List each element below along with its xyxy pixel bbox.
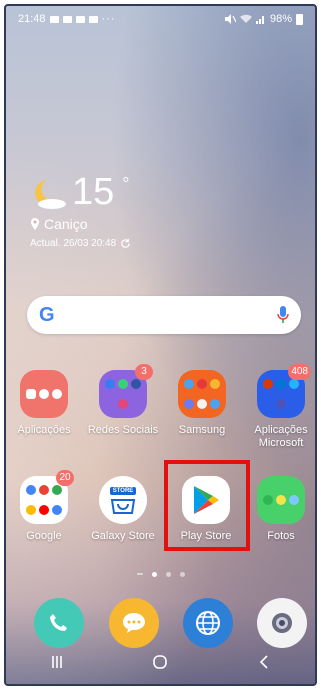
drive-icon <box>26 504 36 515</box>
app-galaxy-store[interactable]: STORE Galaxy Store <box>87 476 159 543</box>
weather-widget[interactable]: 15 ° Caniço Actual. 26/03 20:48 <box>30 172 131 249</box>
globe-icon <box>196 611 220 635</box>
back-icon[interactable] <box>257 655 271 669</box>
camera-lens-icon <box>272 613 292 633</box>
check-icon <box>52 389 62 399</box>
app-label: Redes Sociais <box>87 424 159 436</box>
bag-icon <box>110 498 136 514</box>
mute-icon <box>224 14 236 24</box>
app-mini-icon <box>289 495 299 505</box>
phone-screen: 21:48 ··· 98% 15 ° Caniço Actual. 26/03 … <box>4 4 317 686</box>
folder-icon <box>178 370 226 418</box>
facebook-icon <box>131 379 141 390</box>
youtube-icon <box>39 504 49 515</box>
clock: 21:48 <box>18 13 46 25</box>
refresh-icon[interactable] <box>120 238 131 249</box>
status-left: 21:48 ··· <box>18 13 116 25</box>
outlook-icon <box>276 379 286 390</box>
notification-icon <box>88 15 98 23</box>
home-page-dot <box>136 573 143 575</box>
teams-icon <box>276 398 286 409</box>
google-mini-icon <box>26 485 36 496</box>
app-fotos[interactable]: Fotos <box>245 476 315 543</box>
degree-symbol: ° <box>122 174 130 194</box>
navigation-bar <box>6 640 315 684</box>
app-samsung[interactable]: Samsung <box>166 370 238 437</box>
app-label: Aplicações Microsoft <box>254 424 308 449</box>
notification-icon <box>75 15 85 23</box>
status-bar: 21:48 ··· 98% <box>6 6 315 32</box>
app-google[interactable]: 20 Google <box>8 470 80 543</box>
more-notifications: ··· <box>101 13 116 25</box>
app-label: Galaxy Store <box>91 530 155 542</box>
folder-icon: 408 <box>257 364 311 418</box>
meet-icon <box>52 504 62 515</box>
signal-icon <box>255 16 264 24</box>
message-bubble-icon <box>123 613 145 633</box>
app-label: Fotos <box>267 530 295 542</box>
app-mini-icon <box>210 379 220 390</box>
app-mini-icon <box>197 398 207 409</box>
clock-icon <box>39 389 49 399</box>
microphone-icon[interactable] <box>277 306 289 324</box>
location: Caniço <box>30 216 131 232</box>
maps-icon <box>52 485 62 496</box>
whatsapp-icon <box>118 379 128 390</box>
temperature: 15 <box>72 171 115 213</box>
phone-icon <box>50 614 67 631</box>
folder-icon <box>257 476 305 524</box>
app-mini-icon <box>263 495 273 505</box>
folder-icon <box>20 370 68 418</box>
moon-icon <box>35 180 66 209</box>
app-mini-icon <box>184 379 194 390</box>
battery-percent: 98% <box>269 13 292 25</box>
app-label: Samsung <box>178 424 226 436</box>
app-label: Aplicações <box>17 424 71 436</box>
notification-badge: 408 <box>288 364 311 380</box>
app-aplicacoes-microsoft[interactable]: 408 Aplicações Microsoft <box>245 364 315 450</box>
page-indicator <box>6 572 315 577</box>
page-dot[interactable] <box>165 572 171 577</box>
app-mini-icon <box>184 398 194 409</box>
onedrive-icon <box>289 379 299 390</box>
google-logo: G <box>39 303 55 326</box>
status-right: 98% <box>224 13 303 25</box>
notification-badge: 3 <box>135 364 153 380</box>
gmail-icon <box>39 485 49 496</box>
page-dot[interactable] <box>179 572 185 577</box>
weather-updated: Actual. 26/03 20:48 <box>30 238 131 249</box>
location-name: Caniço <box>44 216 88 232</box>
store-label: STORE <box>109 486 137 495</box>
app-aplicacoes[interactable]: Aplicações <box>8 370 80 437</box>
google-search-bar[interactable]: G <box>27 296 301 334</box>
weather-row: 15 ° <box>30 172 131 212</box>
message-icon <box>49 15 59 23</box>
folder-icon: 20 <box>20 470 74 524</box>
app-mini-icon <box>197 379 207 390</box>
app-mini-icon <box>210 398 220 409</box>
galaxy-store-icon: STORE <box>99 476 147 524</box>
folder-icon: 3 <box>99 364 153 418</box>
app-label: Google <box>26 530 62 542</box>
wifi-icon <box>239 14 252 23</box>
calendar-icon <box>26 389 36 399</box>
updated-text: Actual. 26/03 20:48 <box>30 238 117 249</box>
app-redes-sociais[interactable]: 3 Redes Sociais <box>87 364 159 437</box>
location-pin-icon <box>31 218 39 230</box>
notification-badge: 20 <box>56 470 74 486</box>
messenger-icon <box>105 379 115 390</box>
home-icon[interactable] <box>152 655 168 669</box>
notification-icon <box>62 15 72 23</box>
battery-icon <box>296 13 303 25</box>
app-mini-icon <box>276 495 286 505</box>
highlight-box <box>164 460 250 551</box>
office-icon <box>263 379 273 390</box>
page-dot[interactable] <box>151 572 157 577</box>
recent-apps-icon[interactable] <box>50 655 64 669</box>
instagram-icon <box>118 398 128 409</box>
